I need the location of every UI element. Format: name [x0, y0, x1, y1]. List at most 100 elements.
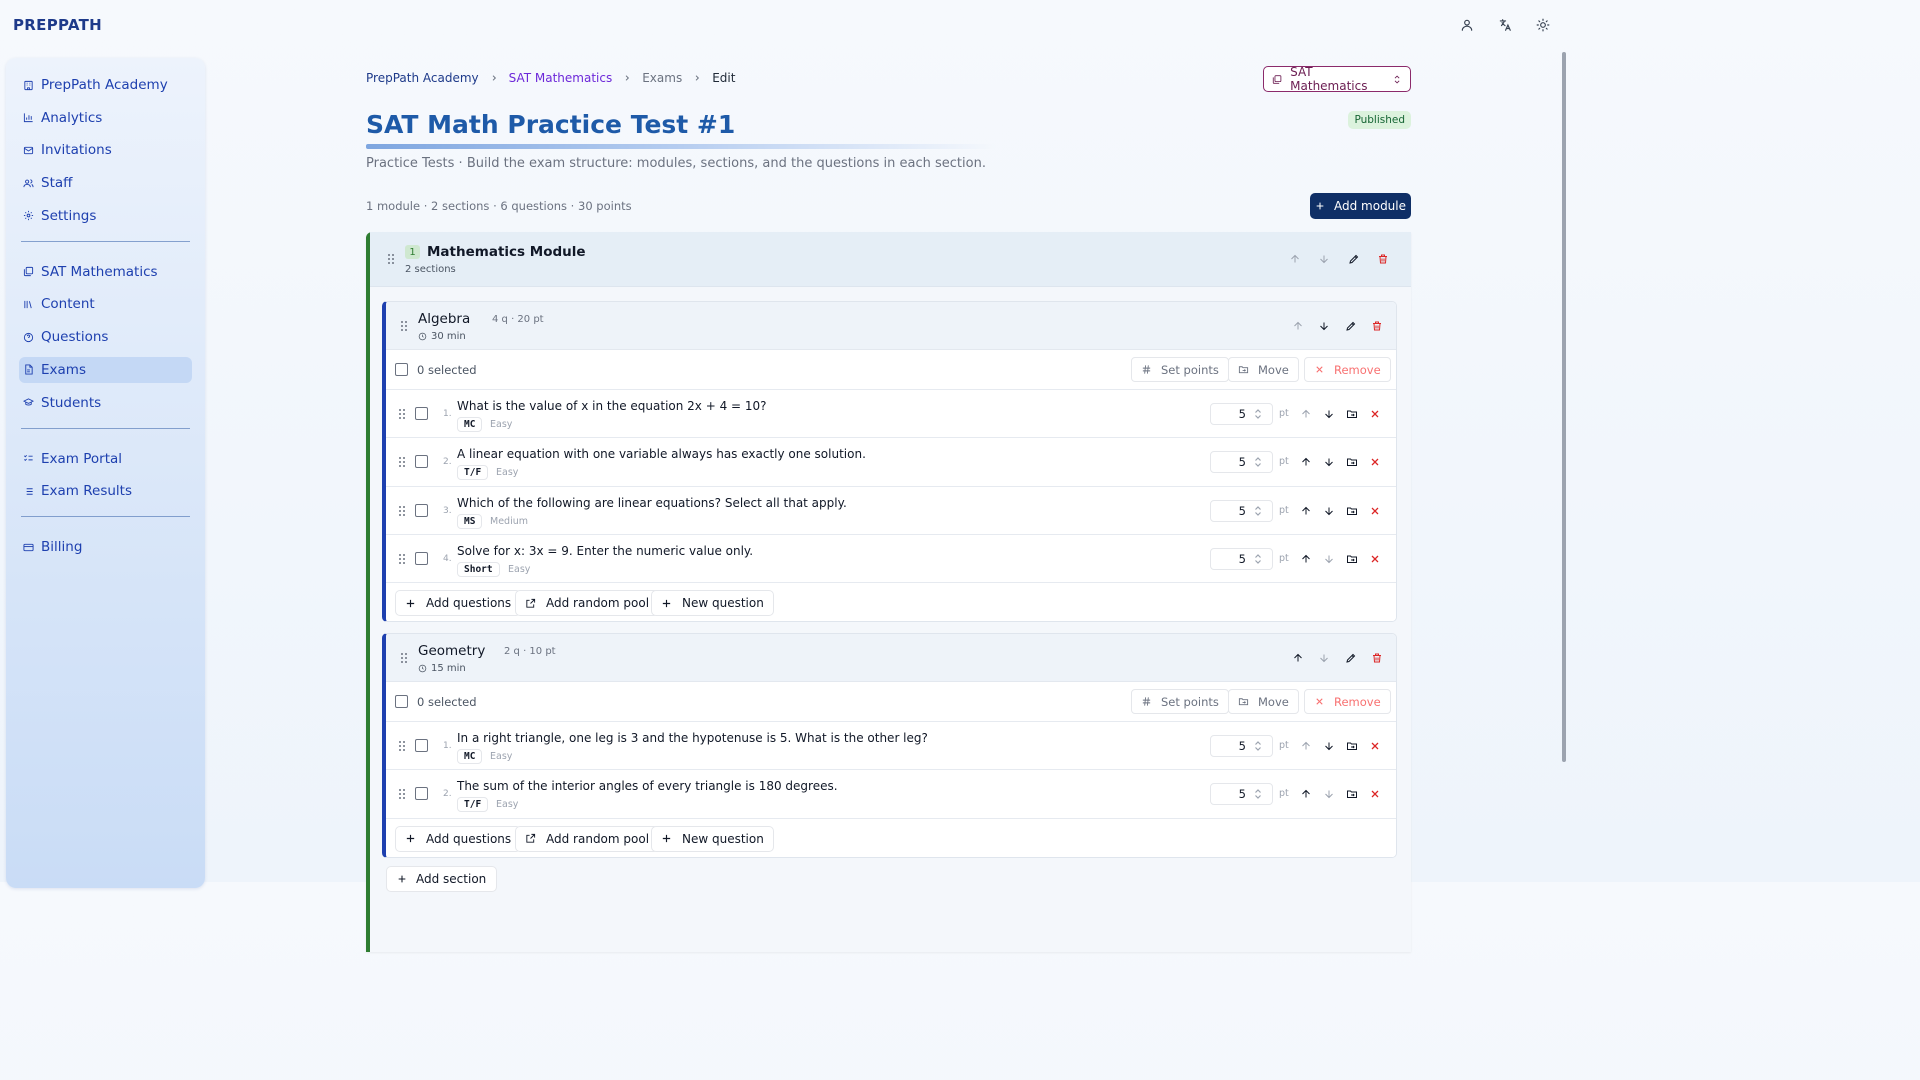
arrow-up-icon[interactable]: [1292, 652, 1304, 664]
question-checkbox[interactable]: [415, 787, 428, 801]
sidebar-item-preppath-academy[interactable]: PrepPath Academy: [19, 72, 192, 98]
question-text[interactable]: Which of the following are linear equati…: [457, 496, 847, 510]
pencil-icon[interactable]: [1348, 253, 1360, 265]
question-checkbox[interactable]: [415, 503, 428, 517]
question-text[interactable]: In a right triangle, one leg is 3 and th…: [457, 731, 928, 745]
folder-move-icon[interactable]: [1346, 788, 1358, 800]
drag-handle-icon[interactable]: [398, 740, 406, 752]
arrow-down-icon[interactable]: [1323, 553, 1335, 565]
question-checkbox[interactable]: [415, 551, 428, 565]
question-checkbox[interactable]: [415, 407, 428, 420]
stepper-icon[interactable]: [1254, 788, 1262, 800]
stepper-icon[interactable]: [1254, 456, 1262, 468]
question-text[interactable]: The sum of the interior angles of every …: [457, 779, 838, 793]
sidebar-item-analytics[interactable]: Analytics: [19, 105, 192, 131]
add-module-button[interactable]: Add module: [1310, 193, 1411, 219]
folder-move-icon[interactable]: [1346, 505, 1358, 517]
arrow-down-icon[interactable]: [1318, 253, 1330, 265]
question-text[interactable]: A linear equation with one variable alwa…: [457, 447, 866, 461]
user-icon[interactable]: [1460, 18, 1474, 32]
arrow-up-icon[interactable]: [1289, 253, 1301, 265]
points-input[interactable]: 5: [1210, 547, 1273, 570]
question-checkbox[interactable]: [415, 455, 428, 469]
arrow-up-icon[interactable]: [1300, 788, 1312, 800]
points-input[interactable]: 5: [1210, 451, 1273, 474]
new-question-button[interactable]: New question: [651, 825, 774, 852]
question-text[interactable]: What is the value of x in the equation 2…: [457, 399, 767, 413]
stepper-icon[interactable]: [1254, 740, 1262, 752]
add-questions-button[interactable]: Add questions: [395, 590, 522, 617]
points-input[interactable]: 5: [1210, 783, 1273, 806]
arrow-down-icon[interactable]: [1323, 505, 1335, 517]
trash-icon[interactable]: [1371, 320, 1383, 332]
sidebar-item-staff[interactable]: Staff: [19, 170, 192, 196]
arrow-up-icon[interactable]: [1300, 408, 1312, 420]
sidebar-item-students[interactable]: Students: [19, 390, 192, 416]
drag-handle-icon[interactable]: [398, 788, 406, 800]
add-section-button[interactable]: Add section: [386, 866, 498, 892]
stepper-icon[interactable]: [1254, 408, 1262, 420]
question-text[interactable]: Solve for x: 3x = 9. Enter the numeric v…: [457, 544, 753, 558]
sidebar-item-settings[interactable]: Settings: [19, 203, 192, 229]
breadcrumb-exams[interactable]: Exams: [642, 71, 682, 85]
breadcrumb-course[interactable]: SAT Mathematics: [509, 71, 613, 85]
close-icon[interactable]: [1369, 788, 1381, 800]
drag-handle-icon[interactable]: [398, 456, 406, 468]
add-questions-button[interactable]: Add questions: [395, 825, 522, 852]
drag-handle-icon[interactable]: [398, 553, 406, 565]
trash-icon[interactable]: [1371, 652, 1383, 664]
question-checkbox[interactable]: [415, 739, 428, 752]
sun-icon[interactable]: [1536, 18, 1550, 32]
drag-handle-icon[interactable]: [398, 408, 406, 420]
stepper-icon[interactable]: [1254, 505, 1262, 517]
close-icon[interactable]: [1369, 408, 1381, 420]
folder-move-icon[interactable]: [1346, 456, 1358, 468]
brand-logo[interactable]: PREPPATH: [13, 16, 102, 34]
drag-handle-icon[interactable]: [387, 253, 395, 265]
drag-handle-icon[interactable]: [400, 652, 408, 664]
arrow-up-icon[interactable]: [1300, 553, 1312, 565]
add-random-pool-button[interactable]: Add random pool: [515, 590, 660, 617]
sidebar-item-exam-results[interactable]: Exam Results: [19, 478, 192, 504]
arrow-down-icon[interactable]: [1323, 456, 1335, 468]
arrow-up-icon[interactable]: [1300, 505, 1312, 517]
close-icon[interactable]: [1369, 505, 1381, 517]
translate-icon[interactable]: [1498, 18, 1512, 32]
sidebar-item-billing[interactable]: Billing: [19, 534, 192, 560]
add-random-pool-button[interactable]: Add random pool: [515, 825, 660, 852]
scrollbar[interactable]: [1560, 52, 1568, 882]
remove-button[interactable]: Remove: [1304, 357, 1391, 382]
arrow-down-icon[interactable]: [1323, 788, 1335, 800]
set-points-button[interactable]: Set points: [1131, 357, 1229, 382]
arrow-up-icon[interactable]: [1300, 740, 1312, 752]
select-all-checkbox[interactable]: [395, 363, 408, 376]
points-input[interactable]: 5: [1210, 735, 1273, 757]
pencil-icon[interactable]: [1345, 320, 1357, 332]
folder-move-icon[interactable]: [1346, 740, 1358, 752]
scrollbar-thumb[interactable]: [1562, 52, 1566, 762]
sidebar-item-exams[interactable]: Exams: [19, 356, 192, 383]
pencil-icon[interactable]: [1345, 652, 1357, 664]
set-points-button[interactable]: Set points: [1131, 689, 1229, 714]
arrow-up-icon[interactable]: [1292, 320, 1304, 332]
arrow-down-icon[interactable]: [1323, 740, 1335, 752]
arrow-down-icon[interactable]: [1323, 408, 1335, 420]
sidebar-item-sat-mathematics[interactable]: SAT Mathematics: [19, 259, 192, 285]
remove-button[interactable]: Remove: [1304, 689, 1391, 714]
select-all-checkbox[interactable]: [395, 695, 408, 708]
stepper-icon[interactable]: [1254, 553, 1262, 565]
sidebar-item-exam-portal[interactable]: Exam Portal: [19, 446, 192, 472]
trash-icon[interactable]: [1377, 253, 1389, 265]
points-input[interactable]: 5: [1210, 499, 1273, 522]
sidebar-item-questions[interactable]: Questions: [19, 324, 192, 350]
close-icon[interactable]: [1369, 456, 1381, 468]
breadcrumb-academy[interactable]: PrepPath Academy: [366, 71, 479, 85]
arrow-up-icon[interactable]: [1300, 456, 1312, 468]
arrow-down-icon[interactable]: [1318, 652, 1330, 664]
drag-handle-icon[interactable]: [398, 505, 406, 517]
new-question-button[interactable]: New question: [651, 590, 774, 617]
sidebar-item-content[interactable]: Content: [19, 291, 192, 317]
move-button[interactable]: Move: [1228, 689, 1299, 714]
points-input[interactable]: 5: [1210, 403, 1273, 425]
close-icon[interactable]: [1369, 740, 1381, 752]
